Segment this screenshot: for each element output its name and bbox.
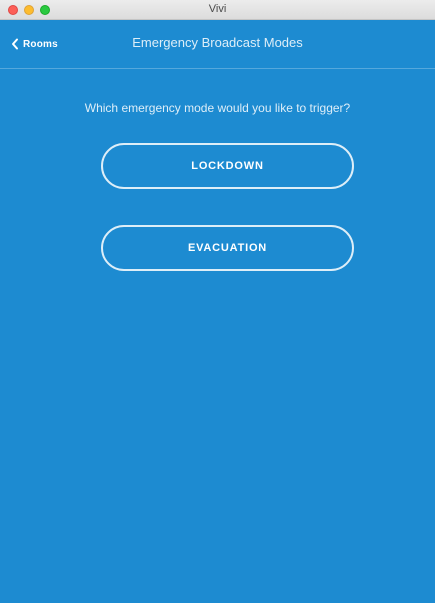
- window-titlebar[interactable]: Vivi: [0, 0, 435, 20]
- evacuation-button[interactable]: EVACUATION: [101, 225, 354, 271]
- lockdown-button-label: LOCKDOWN: [191, 160, 264, 172]
- back-button-label: Rooms: [23, 38, 58, 50]
- page-title: Emergency Broadcast Modes: [132, 35, 303, 50]
- app-window: Vivi Rooms Emergency Broadcast Modes Whi…: [0, 0, 435, 603]
- mode-prompt: Which emergency mode would you like to t…: [84, 101, 351, 115]
- back-button[interactable]: Rooms: [11, 36, 58, 52]
- window-title: Vivi: [208, 3, 227, 15]
- lockdown-button[interactable]: LOCKDOWN: [101, 143, 354, 189]
- evacuation-button-label: EVACUATION: [187, 242, 268, 254]
- chevron-left-icon: [11, 38, 19, 50]
- navigation-bar: Rooms Emergency Broadcast Modes: [0, 20, 435, 69]
